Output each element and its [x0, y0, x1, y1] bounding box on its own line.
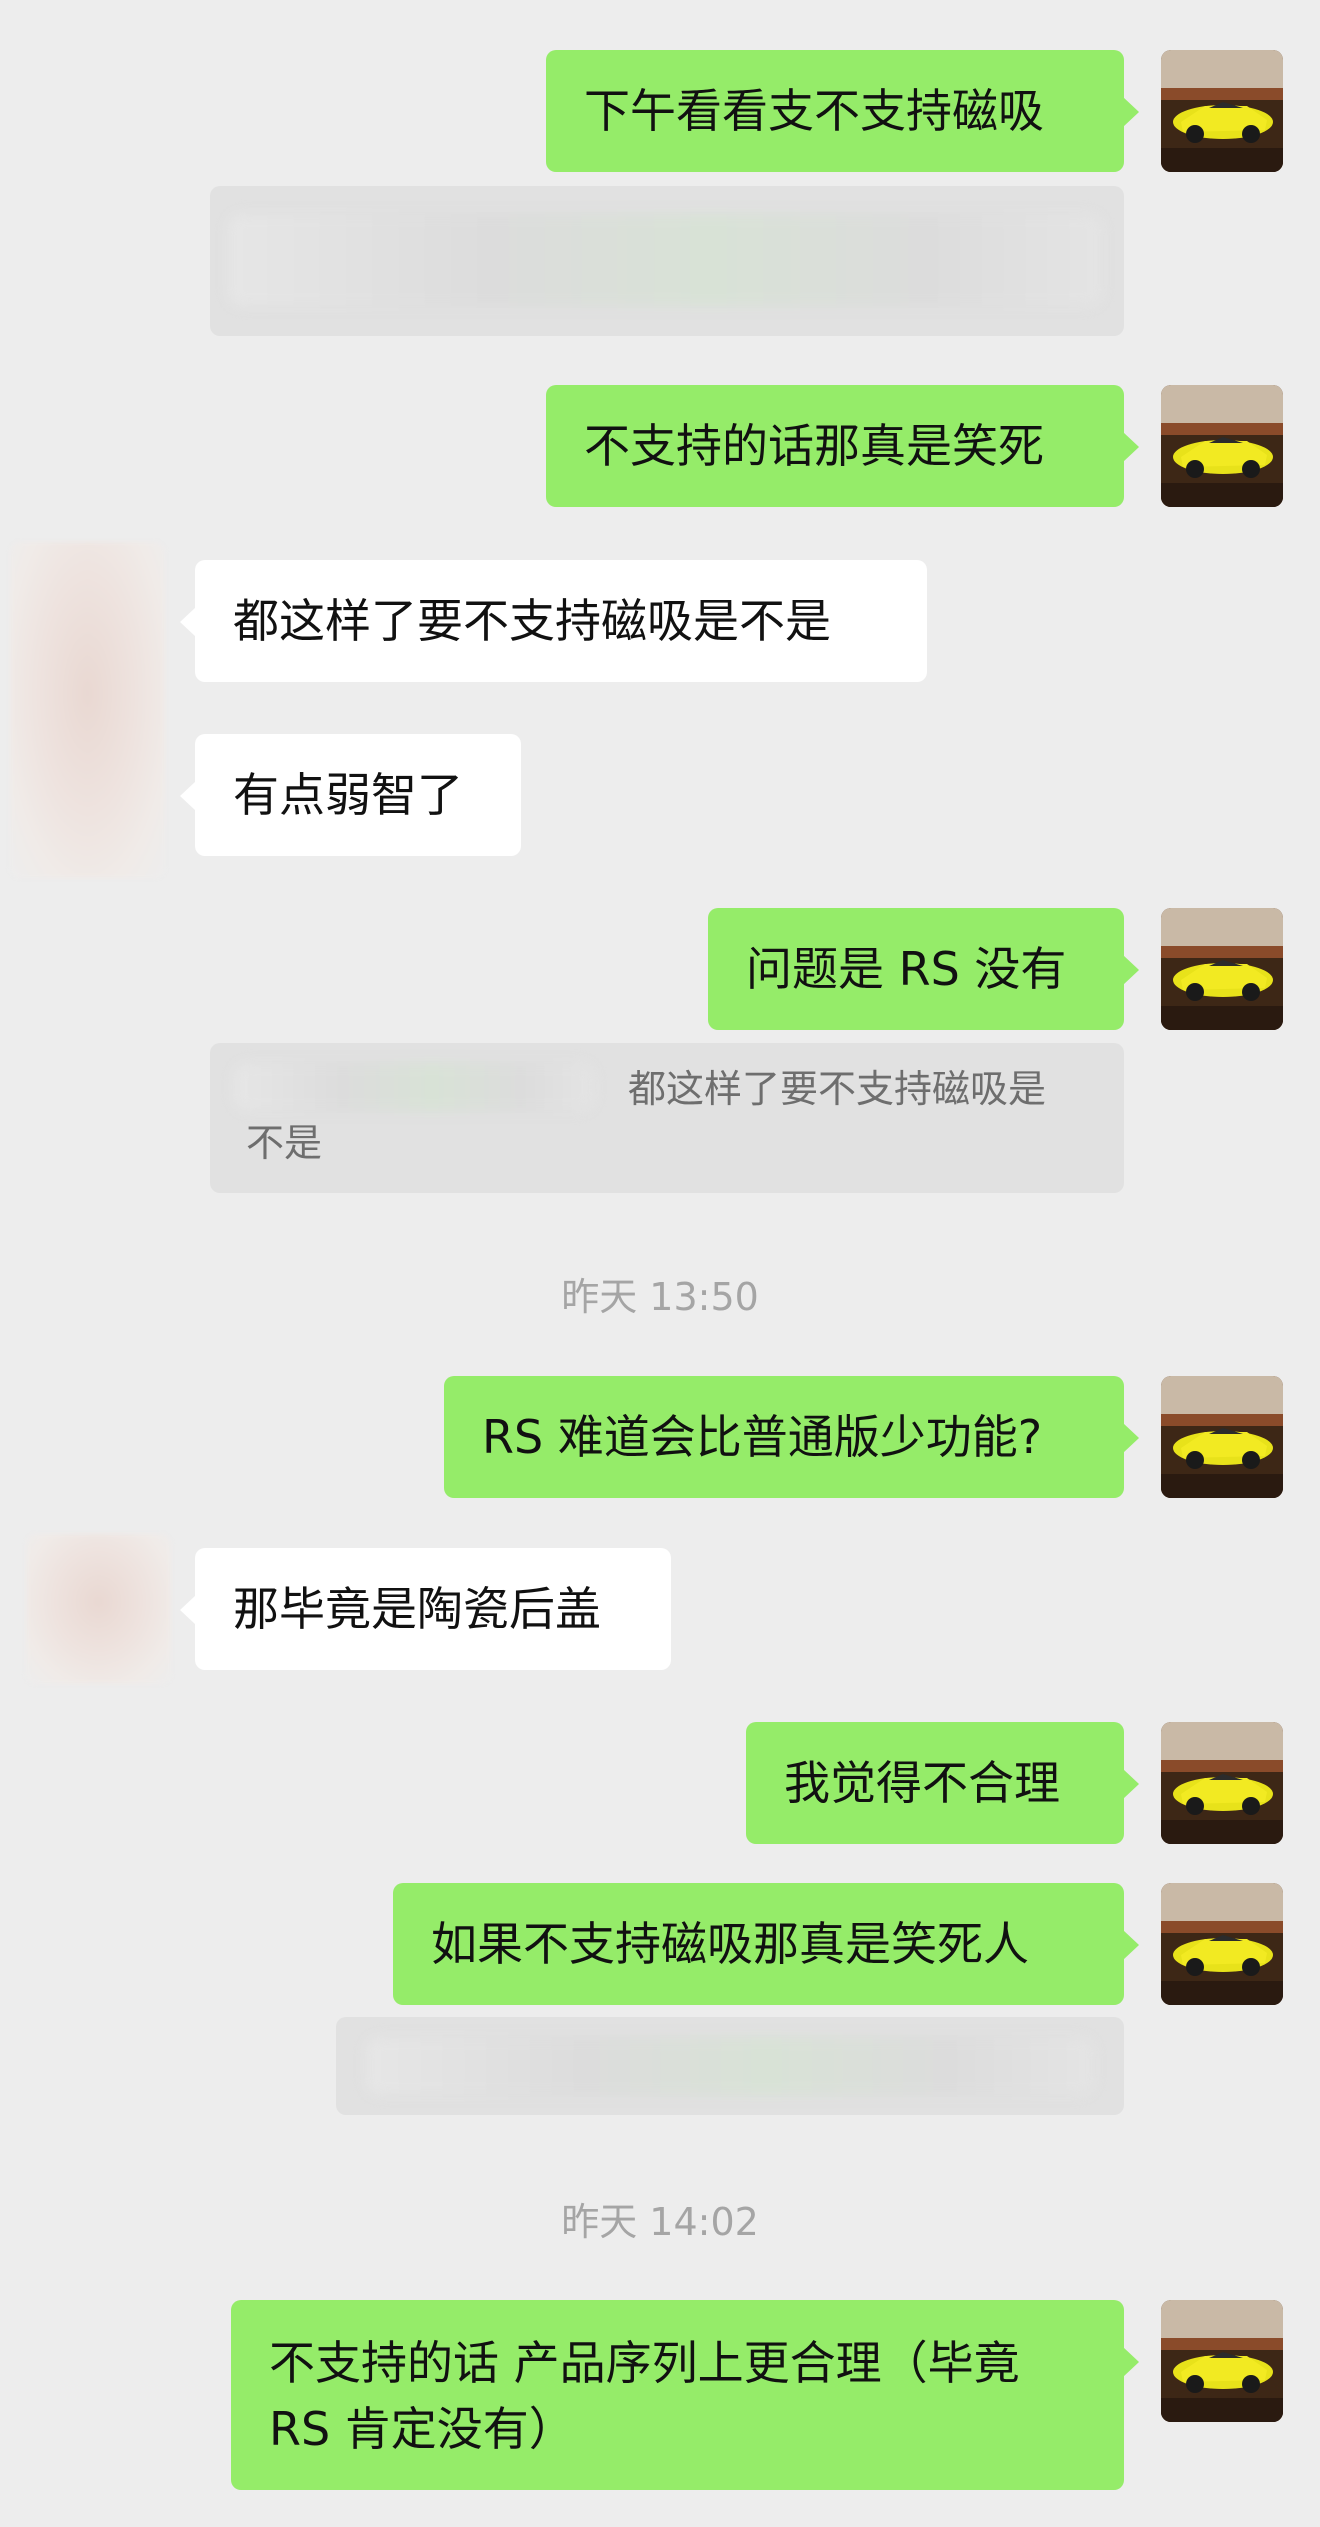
message-text: 都这样了要不支持磁吸是不是 — [233, 594, 831, 648]
message-text: 那毕竟是陶瓷后盖 — [233, 1582, 601, 1636]
message-text: 如果不支持磁吸那真是笑死人 — [431, 1917, 1029, 1971]
my-avatar[interactable] — [1161, 1722, 1283, 1844]
quoted-message[interactable] — [210, 186, 1124, 336]
timestamp: 昨天 14:02 — [561, 2200, 759, 2244]
timestamp: 昨天 13:50 — [561, 1275, 759, 1319]
message-text: 有点弱智了 — [233, 768, 463, 822]
quote-text: 不是 — [246, 1121, 323, 1165]
my-avatar[interactable] — [1161, 385, 1283, 507]
message-text-line: RS 肯定没有） — [269, 2402, 575, 2456]
car-avatar-icon — [1161, 1722, 1283, 1844]
message-text: 不支持的话那真是笑死 — [584, 419, 1044, 473]
message-bubble-sent[interactable]: 下午看看支不支持磁吸 — [546, 50, 1139, 172]
my-avatar[interactable] — [1161, 50, 1283, 172]
message-text: 我觉得不合理 — [784, 1756, 1060, 1810]
message-bubble-received[interactable]: 那毕竟是陶瓷后盖 — [180, 1548, 671, 1670]
message-bubble-sent[interactable]: 如果不支持磁吸那真是笑死人 — [393, 1883, 1139, 2005]
message-bubble-sent[interactable]: 问题是 RS 没有 — [708, 908, 1139, 1030]
quote-text: 都这样了要不支持磁吸是 — [628, 1067, 1047, 1111]
car-avatar-icon — [1161, 908, 1283, 1030]
car-avatar-icon — [1161, 2300, 1283, 2422]
my-avatar[interactable] — [1161, 2300, 1283, 2422]
message-bubble-sent[interactable]: RS 难道会比普通版少功能? — [444, 1376, 1139, 1498]
my-avatar[interactable] — [1161, 908, 1283, 1030]
message-bubble-received[interactable]: 都这样了要不支持磁吸是不是 — [180, 560, 927, 682]
car-avatar-icon — [1161, 50, 1283, 172]
message-text: 下午看看支不支持磁吸 — [584, 84, 1044, 138]
message-text: 问题是 RS 没有 — [746, 942, 1067, 996]
message-bubble-sent[interactable]: 不支持的话那真是笑死 — [546, 385, 1139, 507]
message-text: RS 难道会比普通版少功能? — [482, 1410, 1043, 1464]
message-bubble-sent[interactable]: 我觉得不合理 — [746, 1722, 1139, 1844]
my-avatar[interactable] — [1161, 1883, 1283, 2005]
my-avatar[interactable] — [1161, 1376, 1283, 1498]
car-avatar-icon — [1161, 1883, 1283, 2005]
message-text-line: 不支持的话 产品序列上更合理（毕竟 — [269, 2336, 1020, 2390]
message-bubble-sent[interactable]: 不支持的话 产品序列上更合理（毕竟 RS 肯定没有） — [231, 2300, 1139, 2490]
message-bubble-received[interactable]: 有点弱智了 — [180, 734, 521, 856]
contact-avatar[interactable] — [10, 542, 165, 878]
car-avatar-icon — [1161, 1376, 1283, 1498]
contact-avatar[interactable] — [26, 1534, 171, 1684]
quoted-message[interactable]: 都这样了要不支持磁吸是 不是 — [210, 1043, 1124, 1193]
car-avatar-icon — [1161, 385, 1283, 507]
quoted-message[interactable] — [336, 2017, 1124, 2115]
